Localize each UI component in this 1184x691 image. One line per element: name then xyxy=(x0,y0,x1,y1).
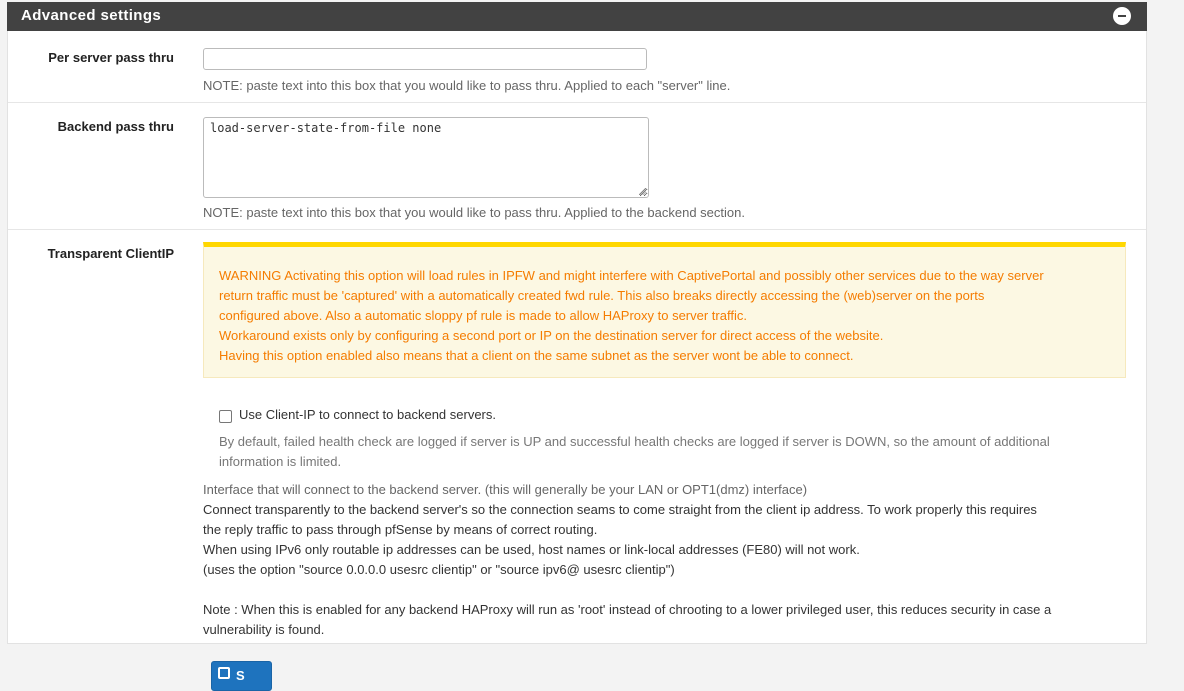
backend-pass-thru-value: load-server-state-from-file none xyxy=(210,121,442,135)
use-client-ip-checkbox[interactable] xyxy=(219,410,232,423)
panel-heading: Advanced settings xyxy=(7,2,1147,31)
collapse-icon[interactable] xyxy=(1113,7,1131,25)
warning-line: return traffic must be 'captured' with a… xyxy=(219,288,985,303)
info-line: vulnerability is found. xyxy=(203,622,325,637)
backend-pass-thru-textarea[interactable]: load-server-state-from-file none xyxy=(203,117,649,198)
checkbox-help-line: By default, failed health check are logg… xyxy=(219,434,1050,449)
backend-pass-thru-help: NOTE: paste text into this box that you … xyxy=(203,205,745,220)
save-button[interactable]: S xyxy=(211,661,272,691)
per-server-pass-thru-input[interactable] xyxy=(203,48,647,70)
warning-text: WARNING Activating this option will load… xyxy=(219,266,1119,366)
backend-pass-thru-row: Backend pass thru load-server-state-from… xyxy=(8,102,1146,230)
resize-grip-icon[interactable] xyxy=(639,188,646,195)
per-server-pass-thru-row: Per server pass thru NOTE: paste text in… xyxy=(8,31,1146,103)
info-line: Interface that will connect to the backe… xyxy=(203,482,808,497)
per-server-pass-thru-help: NOTE: paste text into this box that you … xyxy=(203,78,731,93)
transparent-info: Interface that will connect to the backe… xyxy=(203,480,1123,640)
save-button-label: S xyxy=(236,668,245,683)
warning-box: WARNING Activating this option will load… xyxy=(203,242,1126,378)
warning-line: Workaround exists only by configuring a … xyxy=(219,328,884,343)
info-line xyxy=(203,580,1123,600)
info-line: Connect transparently to the backend ser… xyxy=(203,502,1037,517)
info-line: (uses the option "source 0.0.0.0 usesrc … xyxy=(203,562,675,577)
checkbox-help-line: information is limited. xyxy=(219,454,342,469)
per-server-pass-thru-label: Per server pass thru xyxy=(48,50,174,65)
transparent-clientip-row: Transparent ClientIP WARNING Activating … xyxy=(8,229,1146,643)
warning-line: configured above. Also a automatic slopp… xyxy=(219,308,747,323)
warning-line: Having this option enabled also means th… xyxy=(219,348,854,363)
warning-line: WARNING Activating this option will load… xyxy=(219,268,1044,283)
backend-pass-thru-label: Backend pass thru xyxy=(57,119,174,134)
advanced-settings-panel: Advanced settings Per server pass thru N… xyxy=(7,2,1147,644)
use-client-ip-label[interactable]: Use Client-IP to connect to backend serv… xyxy=(239,407,496,422)
transparent-clientip-label: Transparent ClientIP xyxy=(47,246,174,261)
save-icon xyxy=(218,667,230,679)
info-line: the reply traffic to pass through pfSens… xyxy=(203,522,598,537)
checkbox-help: By default, failed health check are logg… xyxy=(219,432,1119,472)
panel-title: Advanced settings xyxy=(21,7,162,24)
info-line: Note : When this is enabled for any back… xyxy=(203,602,1052,617)
info-line: When using IPv6 only routable ip address… xyxy=(203,542,860,557)
